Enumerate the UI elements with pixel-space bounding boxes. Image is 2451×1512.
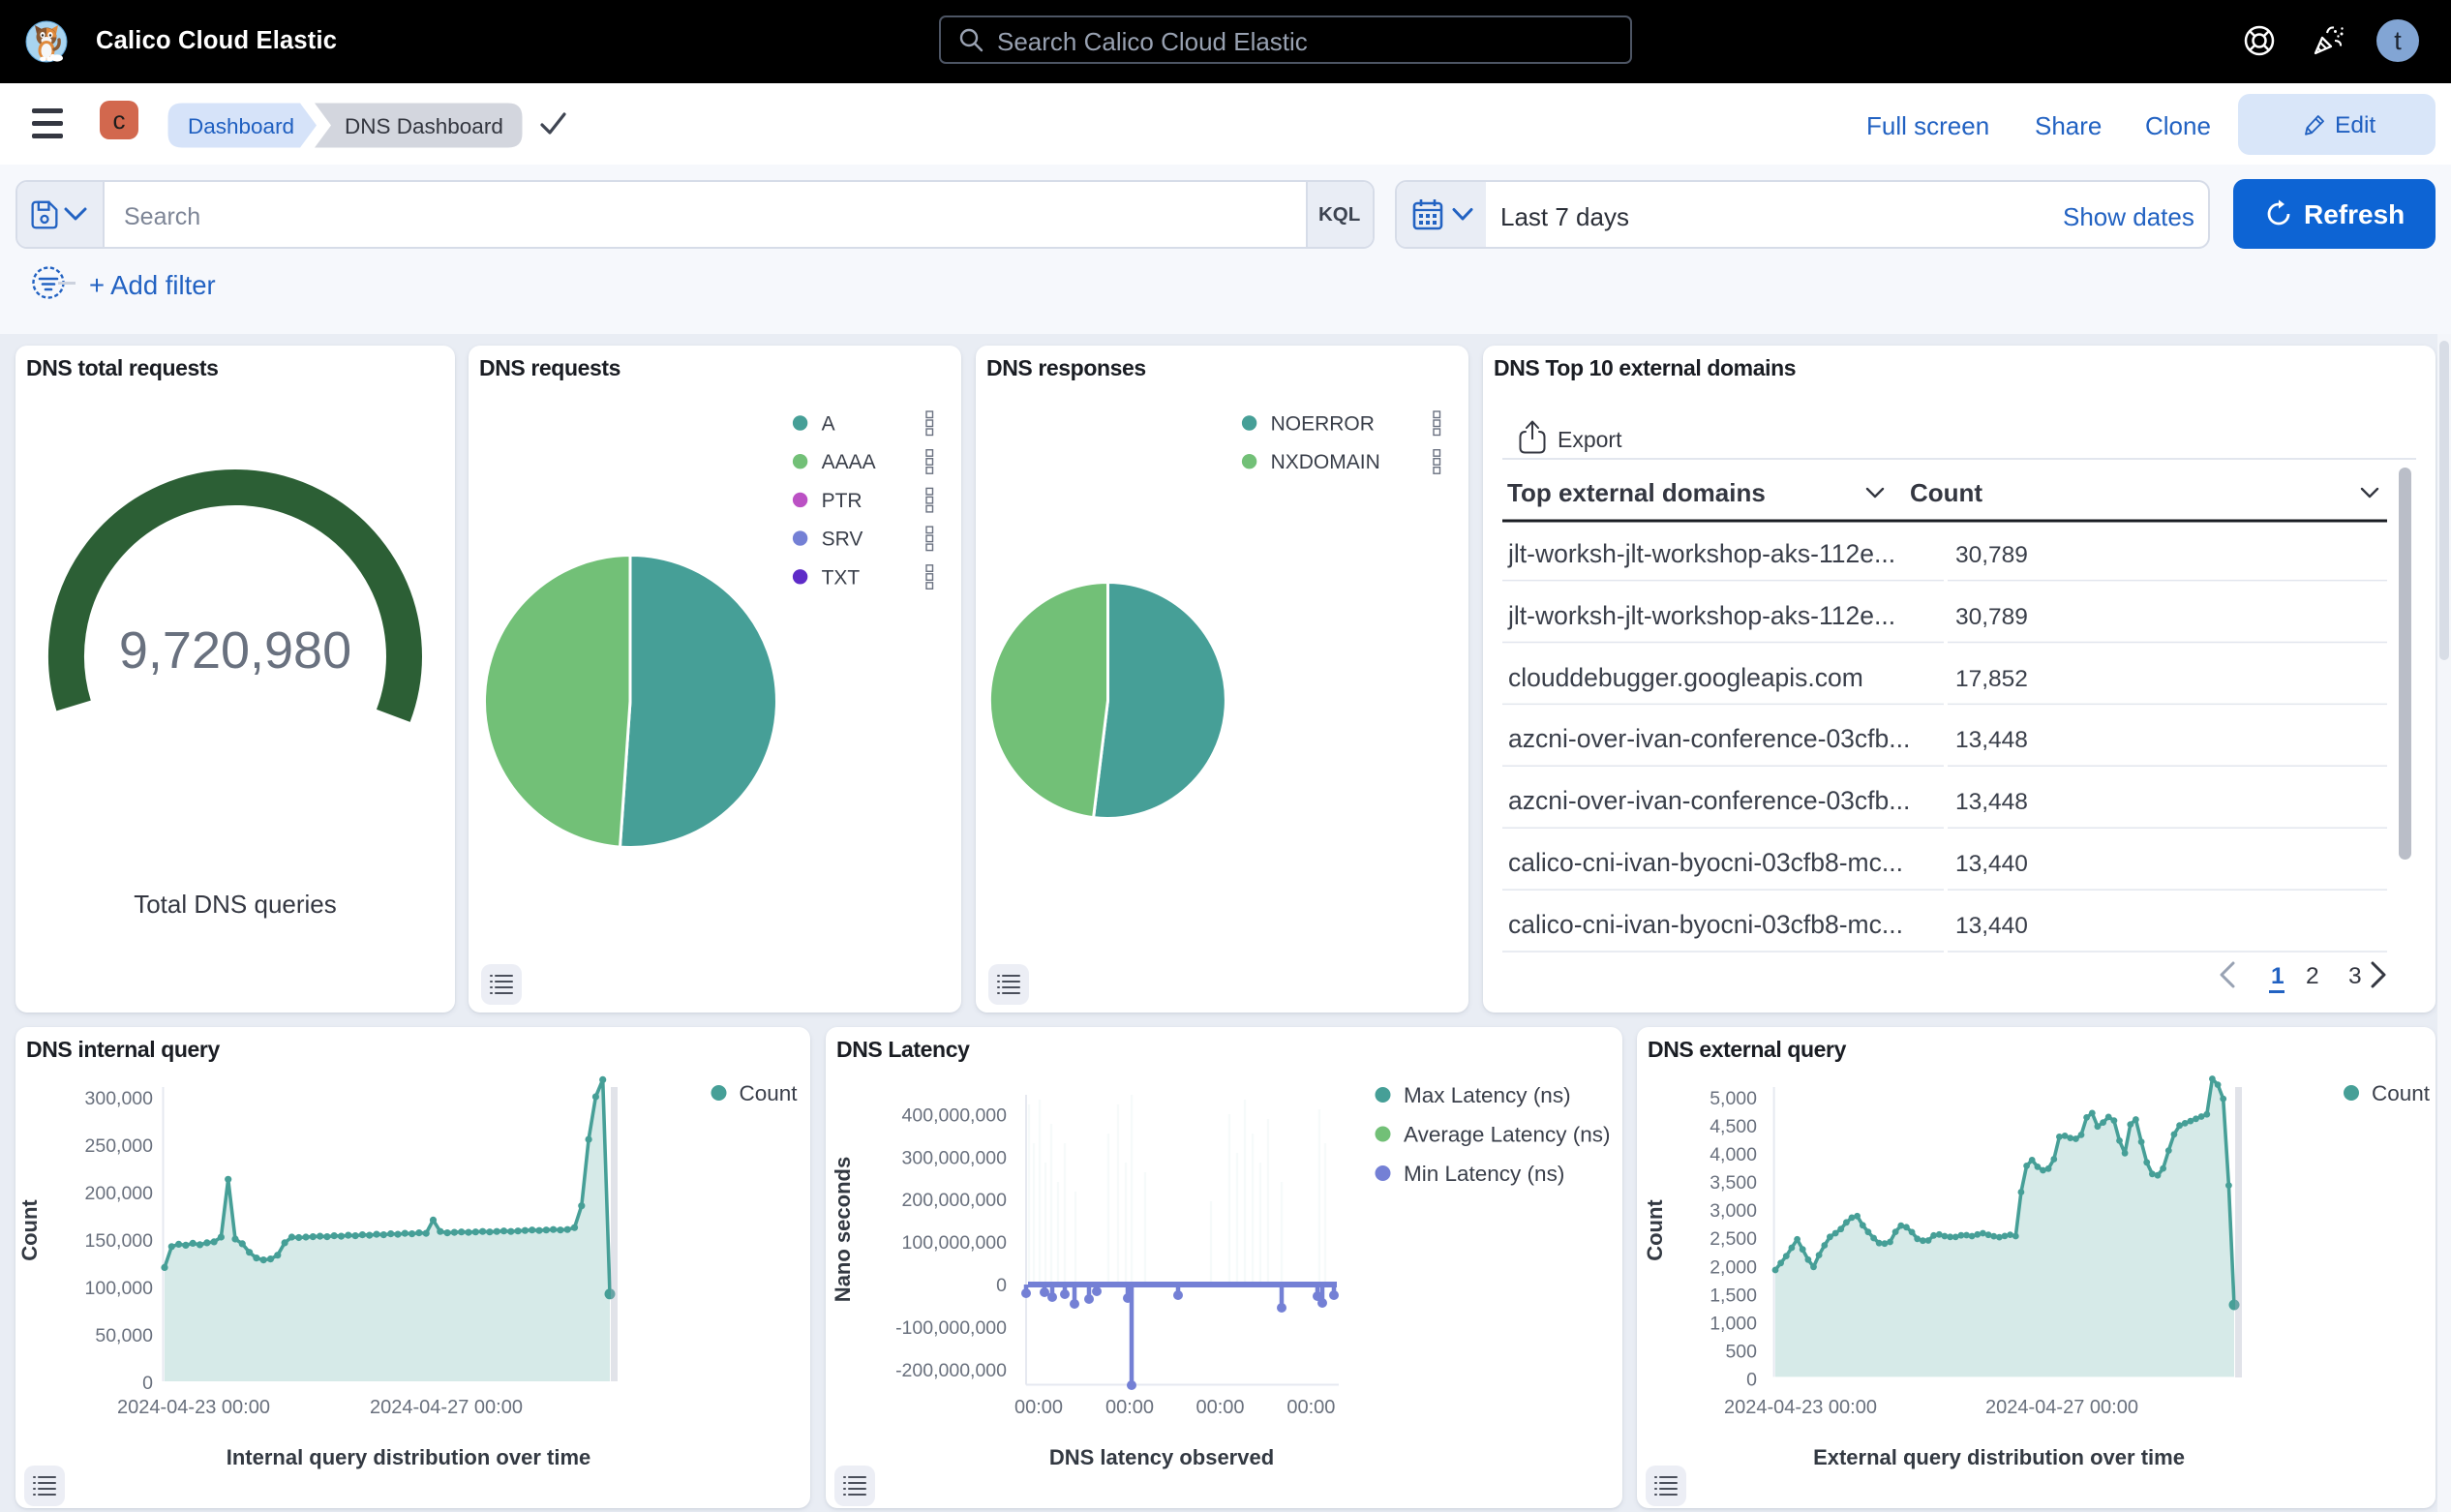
svg-text:2024-04-23 00:00: 2024-04-23 00:00 [117,1397,270,1418]
svg-text:100,000: 100,000 [85,1278,154,1299]
svg-text:calico-cni-ivan-byocni-03cfb8-: calico-cni-ivan-byocni-03cfb8-mc... [1508,848,1903,877]
svg-text:jlt-worksh-jlt-workshop-aks-11: jlt-worksh-jlt-workshop-aks-112e... [1507,539,1895,568]
svg-text:Count: Count [2372,1081,2431,1105]
svg-text:3: 3 [2348,963,2362,989]
svg-text:2,000: 2,000 [1710,1256,1757,1278]
svg-text:-100,000,000: -100,000,000 [895,1317,1007,1339]
svg-text:2024-04-27 00:00: 2024-04-27 00:00 [1985,1397,2138,1418]
svg-text:13,448: 13,448 [1955,789,2028,815]
svg-text:Max Latency (ns): Max Latency (ns) [1404,1083,1571,1107]
svg-text:NXDOMAIN: NXDOMAIN [1271,451,1380,473]
svg-text:50,000: 50,000 [95,1325,153,1346]
svg-text:azcni-over-ivan-conference-03c: azcni-over-ivan-conference-03cfb... [1508,724,1910,753]
svg-text:1,500: 1,500 [1710,1285,1757,1306]
svg-text:30,789: 30,789 [1955,542,2028,568]
svg-text:300,000,000: 300,000,000 [902,1147,1008,1168]
svg-text:Count: Count [1643,1199,1667,1261]
svg-text:AAAA: AAAA [822,451,876,473]
svg-text:Internal query distribution ov: Internal query distribution over time [227,1445,591,1469]
svg-text:00:00: 00:00 [1195,1397,1244,1418]
svg-text:-200,000,000: -200,000,000 [895,1360,1007,1381]
svg-text:PTR: PTR [822,490,862,512]
svg-text:A: A [822,413,835,436]
svg-text:300,000: 300,000 [85,1088,154,1109]
svg-text:3,000: 3,000 [1710,1200,1757,1222]
svg-text:calico-cni-ivan-byocni-03cfb8-: calico-cni-ivan-byocni-03cfb8-mc... [1508,910,1903,939]
svg-text:Dashboard: Dashboard [188,114,294,138]
svg-text:00:00: 00:00 [1286,1397,1335,1418]
svg-text:Export: Export [1558,427,1622,452]
svg-text:0: 0 [996,1275,1007,1296]
svg-text:jlt-worksh-jlt-workshop-aks-11: jlt-worksh-jlt-workshop-aks-112e... [1507,601,1895,630]
svg-text:clouddebugger.googleapis.com: clouddebugger.googleapis.com [1508,663,1863,692]
svg-text:30,789: 30,789 [1955,604,2028,630]
svg-text:9,720,980: 9,720,980 [119,621,351,680]
svg-text:SRV: SRV [822,529,863,551]
svg-text:4,000: 4,000 [1710,1144,1757,1165]
svg-text:Total DNS queries: Total DNS queries [134,890,337,919]
svg-text:5,000: 5,000 [1710,1088,1757,1109]
svg-text:250,000: 250,000 [85,1135,154,1157]
svg-text:13,440: 13,440 [1955,851,2028,877]
svg-text:External query distribution ov: External query distribution over time [1813,1445,2185,1469]
svg-text:4,500: 4,500 [1710,1116,1757,1137]
svg-text:Min Latency (ns): Min Latency (ns) [1404,1162,1564,1186]
svg-text:0: 0 [1746,1370,1757,1391]
svg-text:500: 500 [1725,1341,1757,1362]
svg-text:Count: Count [740,1081,799,1105]
svg-text:100,000,000: 100,000,000 [902,1232,1008,1254]
svg-text:13,448: 13,448 [1955,727,2028,753]
svg-text:2024-04-27 00:00: 2024-04-27 00:00 [370,1397,523,1418]
svg-text:NOERROR: NOERROR [1271,413,1375,436]
svg-text:200,000: 200,000 [85,1183,154,1204]
svg-text:TXT: TXT [822,566,861,589]
svg-text:DNS latency observed: DNS latency observed [1049,1445,1274,1469]
svg-text:Count: Count [17,1199,42,1261]
svg-text:2024-04-23 00:00: 2024-04-23 00:00 [1724,1397,1877,1418]
svg-text:1: 1 [2271,963,2285,989]
svg-text:00:00: 00:00 [1105,1397,1154,1418]
svg-text:400,000,000: 400,000,000 [902,1104,1008,1126]
svg-text:17,852: 17,852 [1955,666,2028,692]
svg-text:2: 2 [2306,963,2319,989]
svg-text:DNS Dashboard: DNS Dashboard [345,114,503,138]
svg-text:Count: Count [1910,478,1982,507]
svg-text:azcni-over-ivan-conference-03c: azcni-over-ivan-conference-03cfb... [1508,786,1910,815]
svg-text:2,500: 2,500 [1710,1228,1757,1250]
svg-text:200,000,000: 200,000,000 [902,1190,1008,1211]
svg-text:Average Latency (ns): Average Latency (ns) [1404,1123,1610,1147]
svg-text:0: 0 [142,1373,153,1394]
svg-text:3,500: 3,500 [1710,1172,1757,1194]
svg-text:13,440: 13,440 [1955,913,2028,939]
svg-text:150,000: 150,000 [85,1230,154,1252]
svg-text:Top external domains: Top external domains [1507,478,1766,507]
svg-text:Nano seconds: Nano seconds [831,1157,855,1302]
svg-text:1,000: 1,000 [1710,1313,1757,1334]
svg-text:00:00: 00:00 [1014,1397,1063,1418]
